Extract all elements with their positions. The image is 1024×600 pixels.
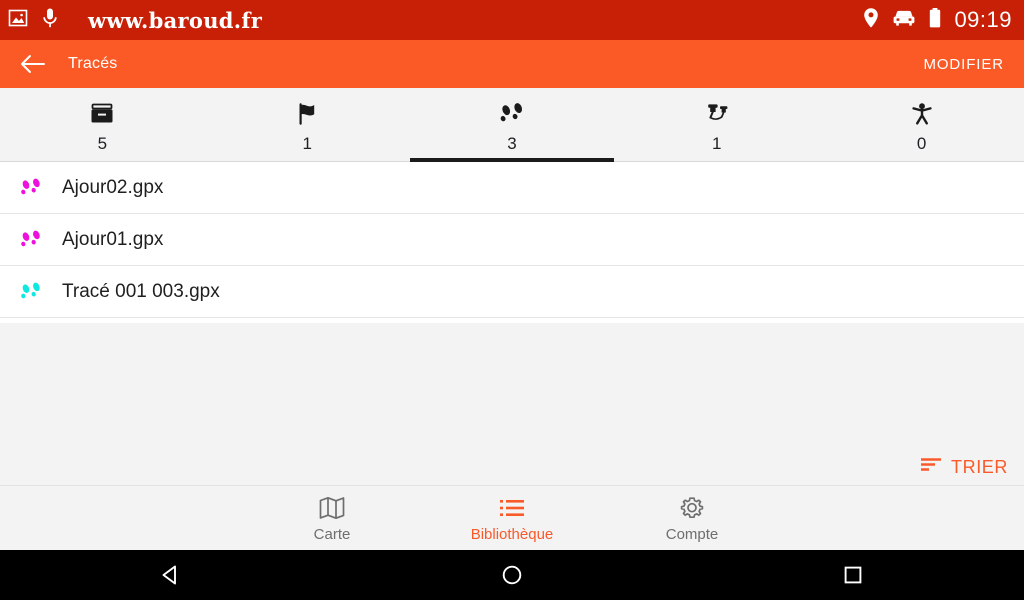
sort-button-label: TRIER (951, 457, 1008, 477)
gear-icon (678, 494, 706, 522)
tab-waypoints[interactable]: 1 (614, 88, 819, 161)
app-bar: Tracés MODIFIER (0, 40, 1024, 88)
tab-tracks[interactable]: 3 (409, 88, 615, 162)
back-triangle-icon[interactable] (0, 562, 341, 588)
bottom-nav-item-carte[interactable]: Carte (242, 494, 422, 543)
footsteps-icon (16, 229, 46, 251)
bottom-nav-item-bibliotheque[interactable]: Bibliothèque (422, 494, 602, 543)
footsteps-icon (16, 281, 46, 303)
tab-flags[interactable]: 1 (205, 88, 410, 161)
bottom-nav-label: Bibliothèque (470, 525, 554, 543)
content-empty-area (0, 323, 1024, 485)
status-bar-clock: 09:19 (954, 7, 1012, 32)
person-icon (909, 100, 935, 126)
status-bar-left-icons (8, 7, 60, 34)
page-title: Tracés (68, 55, 118, 72)
car-icon (892, 8, 916, 33)
microphone-icon[interactable] (40, 7, 60, 34)
pushpins-icon (702, 100, 732, 126)
edit-button[interactable]: MODIFIER (923, 56, 1004, 73)
tab-archives[interactable]: 5 (0, 88, 205, 161)
list-item[interactable]: Tracé 001 003.gpx (0, 266, 1024, 318)
tab-count: 3 (507, 133, 517, 153)
android-navigation-bar (0, 550, 1024, 600)
footsteps-icon (497, 100, 527, 126)
tab-count: 1 (302, 133, 312, 153)
status-bar: www.baroud.fr 09:19 (0, 0, 1024, 40)
sort-button[interactable]: TRIER (919, 456, 1008, 479)
list-item-label: Ajour01.gpx (62, 228, 164, 250)
list-icon (498, 494, 526, 522)
bottom-nav-item-compte[interactable]: Compte (602, 494, 782, 543)
tab-people[interactable]: 0 (819, 88, 1024, 161)
status-bar-right-icons: 09:19 (862, 7, 1012, 34)
list-item-label: Tracé 001 003.gpx (62, 280, 220, 302)
tab-count: 1 (712, 133, 722, 153)
battery-icon (928, 7, 942, 34)
track-list: Ajour02.gpx Ajour01.gpx Tracé 001 003.gp… (0, 162, 1024, 318)
home-circle-icon[interactable] (341, 562, 682, 588)
map-icon (318, 494, 346, 522)
archive-box-icon (89, 100, 115, 126)
list-item-label: Ajour02.gpx (62, 176, 164, 198)
back-arrow-icon[interactable] (16, 48, 48, 80)
tab-count: 5 (97, 133, 108, 153)
page-url-title: www.baroud.fr (88, 7, 263, 33)
bottom-nav-label: Carte (313, 525, 351, 543)
flag-icon (294, 100, 320, 126)
bottom-nav-label: Compte (665, 525, 719, 543)
list-item[interactable]: Ajour01.gpx (0, 214, 1024, 266)
tab-bar: 5 1 3 1 0 (0, 88, 1024, 162)
sort-icon (919, 456, 943, 479)
image-icon[interactable] (8, 8, 28, 33)
recents-square-icon[interactable] (683, 562, 1024, 588)
bottom-navigation: Carte Bibliothèque Compte (0, 485, 1024, 550)
tab-count: 0 (916, 133, 927, 153)
app-screen: www.baroud.fr 09:19 Tracés MODIFIER 5 1 … (0, 0, 1024, 600)
list-item[interactable]: Ajour02.gpx (0, 162, 1024, 214)
location-pin-icon (862, 7, 880, 34)
footsteps-icon (16, 177, 46, 199)
